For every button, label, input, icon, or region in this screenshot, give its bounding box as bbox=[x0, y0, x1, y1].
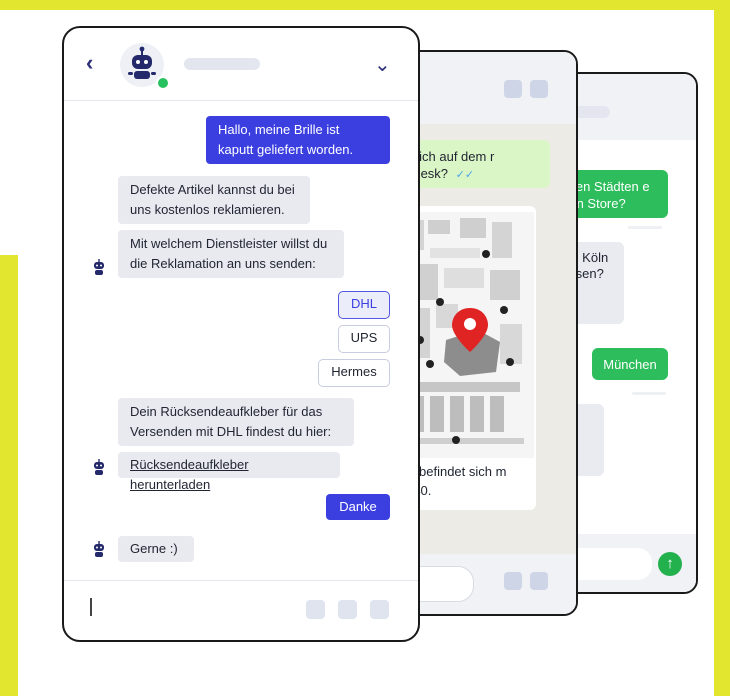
chatbot-phone: ‹ ⌄ Hallo, meine Brille ist kaputt gelie… bbox=[62, 26, 420, 642]
bot-message: Mit welchem Dienstleister willst du die … bbox=[118, 230, 344, 278]
bot-icon bbox=[94, 459, 104, 475]
green-bubble-muenchen: München bbox=[592, 348, 668, 380]
bot-message: Defekte Artikel kannst du bei uns kosten… bbox=[118, 176, 310, 224]
option-label: DHL bbox=[350, 296, 377, 311]
chevron-left-icon[interactable]: ‹ bbox=[86, 50, 93, 76]
header-divider bbox=[64, 100, 418, 101]
caption-text: H befindet sich m 240. bbox=[406, 464, 507, 498]
bubble-text: München bbox=[603, 357, 657, 372]
option-label: UPS bbox=[350, 330, 378, 345]
message-input-cursor[interactable] bbox=[90, 598, 92, 616]
divider bbox=[632, 392, 666, 395]
input-action-icon[interactable] bbox=[530, 572, 548, 590]
input-action-icon[interactable] bbox=[504, 572, 522, 590]
chevron-down-icon[interactable]: ⌄ bbox=[374, 52, 391, 77]
bot-message: Dein Rücksendeaufkleber für das Versende… bbox=[118, 398, 354, 446]
header-action-icon[interactable] bbox=[504, 80, 522, 98]
input-action-icon[interactable] bbox=[338, 600, 357, 619]
option-hermes[interactable]: Hermes bbox=[318, 359, 390, 387]
map-caption: H befindet sich m 240. bbox=[406, 462, 526, 500]
message-text: Hallo, meine Brille ist kaputt geliefert… bbox=[218, 122, 354, 157]
yellow-accent-block bbox=[0, 255, 18, 696]
message-text: Gerne :) bbox=[130, 541, 178, 556]
read-check-icon: ✓✓ bbox=[455, 169, 475, 181]
user-message: Danke bbox=[326, 494, 390, 520]
arrow-up-icon[interactable]: ↑ bbox=[658, 552, 682, 576]
message-text: Danke bbox=[339, 499, 377, 514]
option-dhl[interactable]: DHL bbox=[338, 291, 390, 319]
map-card: H befindet sich m 240. bbox=[400, 206, 536, 510]
divider bbox=[628, 226, 662, 229]
message-text: Defekte Artikel kannst du bei uns kosten… bbox=[130, 182, 295, 217]
floor-plan-map bbox=[400, 212, 534, 458]
name-placeholder bbox=[184, 58, 260, 70]
bot-icon bbox=[94, 259, 104, 275]
online-status-dot bbox=[156, 76, 170, 90]
input-action-icon[interactable] bbox=[370, 600, 389, 619]
input-action-icon[interactable] bbox=[306, 600, 325, 619]
user-message: Hallo, meine Brille ist kaputt geliefert… bbox=[206, 116, 390, 164]
download-label-link[interactable]: Rücksendeaufkleber herunterladen bbox=[130, 457, 249, 492]
bot-icon bbox=[94, 541, 104, 557]
bot-message-link[interactable]: Rücksendeaufkleber herunterladen bbox=[118, 452, 340, 492]
bot-message: Gerne :) bbox=[118, 536, 194, 562]
floor-plan-drawing bbox=[400, 212, 534, 458]
header-action-icon[interactable] bbox=[530, 80, 548, 98]
message-text: Mit welchem Dienstleister willst du die … bbox=[130, 236, 328, 271]
message-text: Dein Rücksendeaufkleber für das Versende… bbox=[130, 404, 332, 439]
option-label: Hermes bbox=[331, 364, 377, 379]
option-ups[interactable]: UPS bbox=[338, 325, 390, 353]
input-divider bbox=[64, 580, 418, 581]
